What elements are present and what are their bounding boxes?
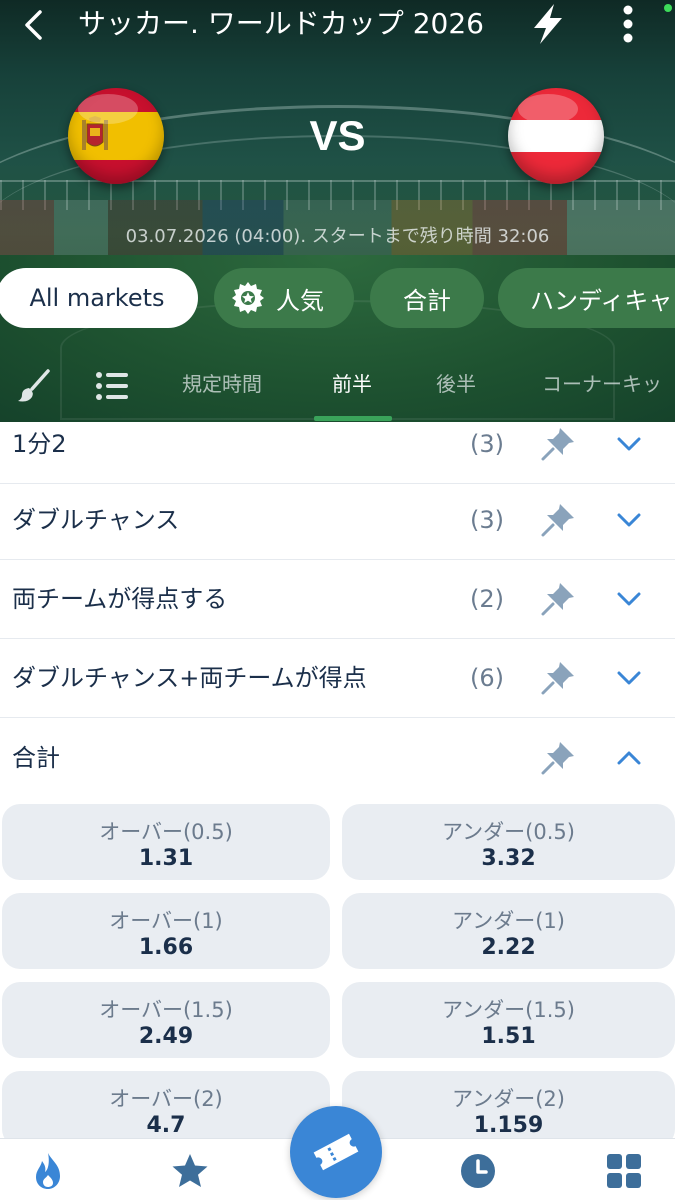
- bet-slip-button[interactable]: [290, 1106, 382, 1198]
- status-dot: [664, 4, 672, 12]
- chip-label: 人気: [276, 286, 324, 315]
- chip-label: All markets: [29, 284, 165, 312]
- coat-of-arms-icon: [82, 116, 108, 150]
- market-row-double-chance-btts[interactable]: ダブルチャンス+両チームが得点 (6): [0, 638, 675, 718]
- odds-label: アンダー(1.5): [442, 998, 575, 1022]
- more-vertical-icon[interactable]: [616, 2, 640, 46]
- away-team-flag[interactable]: [508, 88, 604, 184]
- market-row-both-teams-score[interactable]: 両チームが得点する (2): [0, 559, 675, 639]
- home-team-flag[interactable]: [68, 88, 164, 184]
- odds-label: オーバー(1.5): [99, 998, 233, 1022]
- tab-regular-time[interactable]: 規定時間: [182, 350, 262, 422]
- clock-icon[interactable]: [458, 1151, 498, 1191]
- chip-label: 合計: [403, 286, 451, 315]
- odds-label: オーバー(0.5): [99, 820, 233, 844]
- market-count: (3): [470, 430, 504, 458]
- odds-value: 2.49: [138, 1024, 194, 1049]
- grid-icon[interactable]: [604, 1151, 644, 1191]
- chevron-down-icon[interactable]: [614, 506, 644, 534]
- odds-value: 1.159: [473, 1113, 544, 1138]
- odds-button-under-1[interactable]: アンダー(1) 2.22: [342, 893, 675, 969]
- gear-icon: [232, 282, 264, 314]
- versus-label: VS: [309, 112, 366, 159]
- odds-label: アンダー(0.5): [442, 820, 575, 844]
- chevron-down-icon[interactable]: [614, 430, 644, 458]
- list-icon[interactable]: [94, 368, 130, 404]
- odds-button-over-2[interactable]: オーバー(2) 4.7: [2, 1071, 330, 1138]
- pin-icon[interactable]: [538, 658, 578, 698]
- odds-value: 2.22: [481, 935, 536, 960]
- brush-icon[interactable]: [16, 368, 52, 404]
- odds-label: オーバー(2): [109, 1087, 223, 1111]
- period-tabs: 規定時間 前半 後半 コーナーキッ: [0, 350, 675, 422]
- ticket-icon: [313, 1133, 359, 1171]
- pin-icon[interactable]: [538, 738, 578, 778]
- chevron-up-icon[interactable]: [614, 744, 644, 772]
- tab-second-half[interactable]: 後半: [436, 350, 476, 422]
- pin-icon[interactable]: [538, 500, 578, 540]
- odds-value: 3.32: [481, 846, 536, 871]
- odds-value: 1.31: [138, 846, 194, 871]
- odds-button-over-1-5[interactable]: オーバー(1.5) 2.49: [2, 982, 330, 1058]
- pin-icon[interactable]: [538, 424, 578, 464]
- active-tab-indicator: [314, 416, 392, 421]
- market-label: 1分2: [12, 430, 67, 458]
- tab-corners[interactable]: コーナーキッ: [542, 350, 662, 422]
- pin-icon[interactable]: [538, 579, 578, 619]
- odds-label: アンダー(2): [452, 1087, 565, 1111]
- chevron-down-icon[interactable]: [614, 585, 644, 613]
- market-filter-chips: All markets 人気 合計 ハンディキャ: [0, 268, 675, 330]
- chip-all-markets[interactable]: All markets: [0, 268, 198, 328]
- odds-value: 1.66: [138, 935, 194, 960]
- back-arrow-icon[interactable]: [18, 8, 52, 42]
- lightning-icon[interactable]: [528, 2, 568, 46]
- market-label: 合計: [12, 744, 60, 772]
- market-count: (6): [470, 664, 504, 692]
- odds-button-under-1-5[interactable]: アンダー(1.5) 1.51: [342, 982, 675, 1058]
- fire-icon[interactable]: [28, 1151, 68, 1191]
- odds-value: 1.51: [481, 1024, 536, 1049]
- star-icon[interactable]: [170, 1151, 210, 1191]
- market-list: 1分2 (3) ダブルチャンス (3) 両チームが得点する (2) ダブルチャン…: [0, 422, 675, 1138]
- market-count: (3): [470, 506, 504, 534]
- match-start-time: 03.07.2026 (04:00). スタートまで残り時間 32:06: [125, 226, 550, 247]
- odds-button-under-0-5[interactable]: アンダー(0.5) 3.32: [342, 804, 675, 880]
- chip-popular[interactable]: 人気: [214, 268, 354, 328]
- market-row-1x2[interactable]: 1分2 (3): [0, 422, 675, 484]
- chevron-down-icon[interactable]: [614, 664, 644, 692]
- page-title: サッカー. ワールドカップ 2026: [78, 7, 484, 40]
- market-row-totals[interactable]: 合計: [0, 718, 675, 798]
- odds-label: アンダー(1): [452, 909, 565, 933]
- market-label: ダブルチャンス: [12, 506, 180, 534]
- match-header: サッカー. ワールドカップ 2026 VS 03.07.2026 (04:00)…: [0, 0, 675, 422]
- chip-handicap[interactable]: ハンディキャ: [498, 268, 675, 328]
- odds-button-under-2[interactable]: アンダー(2) 1.159: [342, 1071, 675, 1138]
- top-bar: サッカー. ワールドカップ 2026: [0, 0, 675, 50]
- market-label: 両チームが得点する: [12, 585, 228, 613]
- odds-value: 4.7: [146, 1113, 186, 1138]
- odds-label: オーバー(1): [109, 909, 223, 933]
- market-label: ダブルチャンス+両チームが得点: [12, 664, 367, 692]
- chip-label: ハンディキャ: [530, 286, 673, 315]
- tab-first-half[interactable]: 前半: [332, 350, 372, 422]
- odds-button-over-0-5[interactable]: オーバー(0.5) 1.31: [2, 804, 330, 880]
- market-row-double-chance[interactable]: ダブルチャンス (3): [0, 480, 675, 560]
- odds-button-over-1[interactable]: オーバー(1) 1.66: [2, 893, 330, 969]
- market-count: (2): [470, 585, 504, 613]
- chip-totals[interactable]: 合計: [370, 268, 484, 328]
